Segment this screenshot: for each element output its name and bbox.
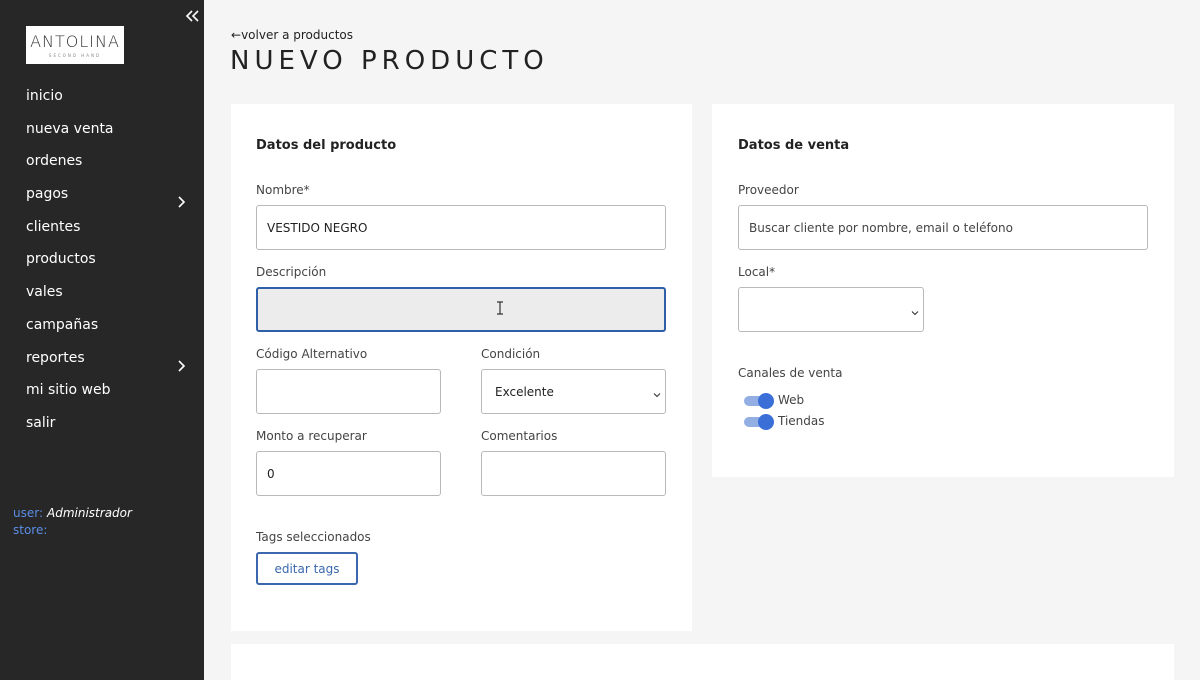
local-select[interactable] [738,287,924,332]
comments-label: Comentarios [481,429,558,443]
sidebar-item-label: mi sitio web [26,382,111,399]
section-title: Datos de venta [738,138,850,153]
section-title: Datos del producto [256,138,397,153]
back-link-label: volver a productos [241,28,353,42]
sidebar-item-label: ordenes [26,153,83,170]
user-info: user: Administrador store: [13,505,132,539]
name-label: Nombre* [256,183,310,197]
channel-stores-row: Tiendas [744,412,825,430]
sidebar-item-productos[interactable]: productos [0,243,204,276]
store-row: store: [13,522,132,539]
edit-tags-button[interactable]: editar tags [256,552,358,585]
sidebar-item-clientes[interactable]: clientes [0,211,204,244]
web-label: Web [778,393,805,407]
sidebar-nav: inicio nueva venta ordenes pagos cliente… [0,80,204,440]
user-key: user: [13,506,44,520]
toggle-knob [758,414,774,430]
stores-label: Tiendas [778,414,825,428]
condition-value: Excelente [495,384,554,399]
local-label: Local* [738,265,776,279]
chevron-right-icon [175,188,187,208]
amount-label: Monto a recuperar [256,429,367,443]
sidebar-item-ordenes[interactable]: ordenes [0,145,204,178]
sidebar: ANTOLINA SECOND HAND inicio nueva venta … [0,0,204,680]
sidebar-item-label: campañas [26,316,99,333]
name-value: VESTIDO NEGRO [267,220,368,235]
amount-input[interactable]: 0 [256,451,441,496]
sidebar-item-label: pagos [26,186,69,203]
channels-label: Canales de venta [738,366,843,380]
back-to-products-link[interactable]: ←volver a productos [231,28,353,42]
sidebar-item-label: salir [26,414,56,431]
text-cursor-icon [496,301,504,315]
brand-logo[interactable]: ANTOLINA SECOND HAND [26,26,124,64]
product-card: Datos del producto Nombre* VESTIDO NEGRO… [231,104,692,631]
sidebar-item-label: productos [26,251,96,268]
store-key: store: [13,523,48,537]
sidebar-item-label: inicio [26,88,63,104]
sidebar-item-pagos[interactable]: pagos [0,178,204,211]
arrow-left-icon: ← [231,28,242,42]
comments-input[interactable] [481,451,666,496]
sidebar-item-label: clientes [26,218,81,235]
provider-search-input[interactable]: Buscar cliente por nombre, email o teléf… [738,205,1148,250]
sidebar-item-campanas[interactable]: campañas [0,309,204,342]
sidebar-item-label: reportes [26,349,85,366]
alt-code-input[interactable] [256,369,441,414]
description-input[interactable] [256,287,666,332]
sale-card: Datos de venta Proveedor Buscar cliente … [712,104,1174,477]
description-label: Descripción [256,265,327,279]
collapse-sidebar-icon[interactable] [184,6,200,26]
web-toggle[interactable] [744,393,774,409]
brand-tagline: SECOND HAND [48,53,102,58]
sidebar-item-label: vales [26,284,63,301]
user-row: user: Administrador [13,505,132,522]
toggle-knob [758,393,774,409]
channel-web-row: Web [744,391,804,409]
additional-card [231,644,1174,680]
sidebar-item-nueva-venta[interactable]: nueva venta [0,113,204,146]
chevron-down-icon [653,388,661,397]
amount-value: 0 [267,466,275,481]
name-input[interactable]: VESTIDO NEGRO [256,205,666,250]
sidebar-item-inicio[interactable]: inicio [0,80,204,113]
provider-placeholder: Buscar cliente por nombre, email o teléf… [749,220,1013,235]
sidebar-item-label: nueva venta [26,120,114,137]
provider-label: Proveedor [738,183,799,197]
sidebar-item-salir[interactable]: salir [0,407,204,440]
user-value: Administrador [47,506,132,520]
chevron-right-icon [175,352,187,372]
brand-name: ANTOLINA [30,32,120,51]
sidebar-item-vales[interactable]: vales [0,276,204,309]
condition-label: Condición [481,347,541,361]
stores-toggle[interactable] [744,414,774,430]
page-title: NUEVO PRODUCTO [230,46,549,76]
alt-code-label: Código Alternativo [256,347,368,361]
sidebar-item-mi-sitio-web[interactable]: mi sitio web [0,374,204,407]
chevron-down-icon [911,306,919,315]
sidebar-item-reportes[interactable]: reportes [0,342,204,375]
condition-select[interactable]: Excelente [481,369,666,414]
tags-label: Tags seleccionados [256,530,371,544]
